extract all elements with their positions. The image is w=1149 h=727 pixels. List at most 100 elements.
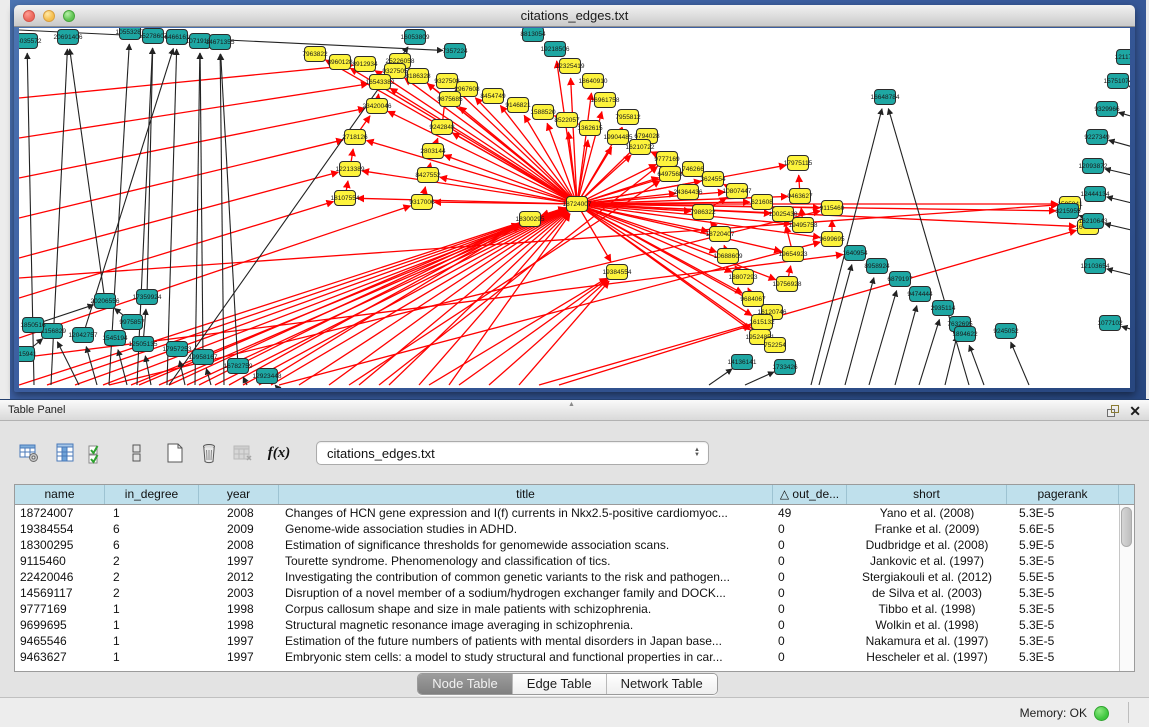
graph-node[interactable]: 18107554 xyxy=(331,191,360,206)
graph-node[interactable]: 746266 xyxy=(682,162,704,177)
scrollbar-thumb[interactable] xyxy=(1121,507,1132,547)
graph-node[interactable]: 15751074 xyxy=(1104,74,1130,89)
graph-node[interactable]: 12444134 xyxy=(1081,187,1110,202)
graph-node[interactable]: 17359924 xyxy=(133,290,162,305)
graph-node[interactable]: 19495758 xyxy=(789,218,818,233)
graph-node[interactable]: 9329966 xyxy=(1094,102,1120,117)
graph-node[interactable]: 16543382 xyxy=(366,75,395,90)
tab-network-table[interactable]: Network Table xyxy=(607,674,717,694)
graph-node[interactable]: 1545194 xyxy=(102,331,128,346)
graph-node[interactable]: 1850516 xyxy=(20,318,46,333)
graph-node[interactable]: 9317006 xyxy=(409,195,435,210)
column-header-pagerank[interactable]: pagerank xyxy=(1007,485,1119,504)
graph-node[interactable]: 7955812 xyxy=(615,110,641,125)
graph-node[interactable]: 1077102 xyxy=(1097,316,1123,331)
graph-node[interactable]: 14671355 xyxy=(206,35,235,50)
table-row[interactable]: 1938455462009Genome-wide association stu… xyxy=(15,521,1134,537)
graph-node[interactable]: 16210643 xyxy=(1079,214,1108,229)
graph-node[interactable]: 17975115 xyxy=(784,156,813,171)
graph-node[interactable]: 9463627 xyxy=(787,189,813,204)
graph-node[interactable]: 16210722 xyxy=(626,140,655,155)
graph-node[interactable]: 19218506 xyxy=(541,42,570,57)
graph-node[interactable]: 8215955 xyxy=(1055,204,1081,219)
column-header-in_degree[interactable]: in_degree xyxy=(105,485,199,504)
graph-node[interactable]: 24035572 xyxy=(19,34,42,49)
graph-node[interactable]: 1640954 xyxy=(842,246,868,261)
table-row[interactable]: 946554611997Estimation of the future num… xyxy=(15,633,1134,649)
graph-node[interactable]: 9875685 xyxy=(437,92,463,107)
table-row[interactable]: 911546021997Tourette syndrome. Phenomeno… xyxy=(15,553,1134,569)
graph-node[interactable]: 10688609 xyxy=(714,249,743,264)
graph-node[interactable]: 18724007 xyxy=(563,197,592,212)
graph-node[interactable]: 12923448 xyxy=(253,369,282,384)
graph-node[interactable]: 12042757 xyxy=(69,328,98,343)
graph-node[interactable]: 9115460 xyxy=(820,201,845,216)
graph-node[interactable]: 6497568 xyxy=(657,167,683,182)
graph-node[interactable]: 10807447 xyxy=(723,184,752,199)
graph-node[interactable]: 1894622 xyxy=(952,327,978,342)
graph-node[interactable]: 1588520 xyxy=(530,105,556,120)
graph-node[interactable]: 16648784 xyxy=(871,90,900,105)
show-columns-icon[interactable] xyxy=(52,440,78,466)
graph-node[interactable]: 7963822 xyxy=(302,47,328,62)
graph-node[interactable]: 9242848 xyxy=(429,120,455,135)
graph-node[interactable]: 23420046 xyxy=(363,99,392,114)
graph-node[interactable]: 8958924 xyxy=(864,259,890,274)
table-selector-dropdown[interactable]: citations_edges.txt ▲▼ xyxy=(316,441,709,465)
graph-node[interactable]: 19654923 xyxy=(779,247,808,262)
graph-node[interactable]: 8186328 xyxy=(405,69,431,84)
graph-node[interactable]: 1211704 xyxy=(1115,50,1130,65)
graph-node[interactable]: 18807293 xyxy=(729,270,758,285)
select-columns-icon[interactable] xyxy=(84,440,110,466)
graph-node[interactable]: 14136141 xyxy=(728,355,757,370)
graph-node[interactable]: 2935114 xyxy=(931,301,956,316)
column-header-out_de[interactable]: △ out_de... xyxy=(773,485,847,504)
table-vertical-scrollbar[interactable] xyxy=(1119,505,1134,671)
graph-node[interactable]: 7986322 xyxy=(690,205,716,220)
graph-node[interactable]: 9245052 xyxy=(993,324,1019,339)
graph-node[interactable]: 9146821 xyxy=(505,98,531,113)
network-window-titlebar[interactable]: citations_edges.txt xyxy=(14,5,1135,27)
graph-node[interactable]: 9777169 xyxy=(654,152,680,167)
graph-node[interactable]: 12505135 xyxy=(129,337,158,352)
function-builder-icon[interactable]: f(x) xyxy=(266,440,292,466)
graph-node[interactable]: 2803144 xyxy=(420,144,446,159)
graph-node[interactable]: 12093872 xyxy=(1079,159,1108,174)
graph-node[interactable]: 7357224 xyxy=(442,44,468,59)
graph-node[interactable]: 1733426 xyxy=(772,360,798,375)
row-height-icon[interactable] xyxy=(124,440,150,466)
float-panel-icon[interactable] xyxy=(1107,405,1119,417)
table-row[interactable]: 1872400712008Changes of HCN gene express… xyxy=(15,505,1134,521)
graph-node[interactable]: 19384554 xyxy=(603,265,632,280)
column-header-year[interactable]: year xyxy=(199,485,279,504)
graph-node[interactable]: 18300295 xyxy=(516,212,545,227)
graph-node[interactable]: 19958167 xyxy=(189,350,218,365)
graph-node[interactable]: 12213389 xyxy=(336,162,365,177)
graph-node[interactable]: 1362615 xyxy=(577,121,603,136)
splitter-handle-icon[interactable]: ▲ xyxy=(568,401,575,408)
graph-node[interactable]: 20206556 xyxy=(91,294,120,309)
table-row[interactable]: 1830029562008Estimation of significance … xyxy=(15,537,1134,553)
graph-node[interactable]: 8427552 xyxy=(415,168,441,183)
graph-node[interactable]: 8813054 xyxy=(520,28,546,42)
table-row[interactable]: 1456911722003Disruption of a novel membe… xyxy=(15,585,1134,601)
graph-node[interactable]: 8912934 xyxy=(352,57,378,72)
delete-table-icon[interactable] xyxy=(196,440,222,466)
network-svg[interactable]: 1872400779638228960128891293425226058932… xyxy=(19,28,1130,388)
column-header-name[interactable]: name xyxy=(15,485,105,504)
create-table-icon[interactable] xyxy=(162,440,188,466)
table-settings-icon[interactable] xyxy=(16,440,42,466)
graph-node[interactable]: 9975857 xyxy=(119,315,145,330)
graph-node[interactable]: 9474444 xyxy=(907,287,933,302)
graph-node[interactable]: 9227349 xyxy=(1084,130,1110,145)
graph-node[interactable]: 8522057 xyxy=(554,113,580,128)
graph-node[interactable]: 19904485 xyxy=(604,130,633,145)
column-header-short[interactable]: short xyxy=(847,485,1007,504)
table-row[interactable]: 946362711997Embryonic stem cells: a mode… xyxy=(15,649,1134,665)
graph-node[interactable]: 24364436 xyxy=(674,185,703,200)
memory-status-indicator[interactable] xyxy=(1094,706,1109,721)
graph-node[interactable]: 12325419 xyxy=(556,59,585,74)
tab-node-table[interactable]: Node Table xyxy=(418,674,513,694)
tab-edge-table[interactable]: Edge Table xyxy=(513,674,607,694)
import-table-icon[interactable] xyxy=(230,440,256,466)
